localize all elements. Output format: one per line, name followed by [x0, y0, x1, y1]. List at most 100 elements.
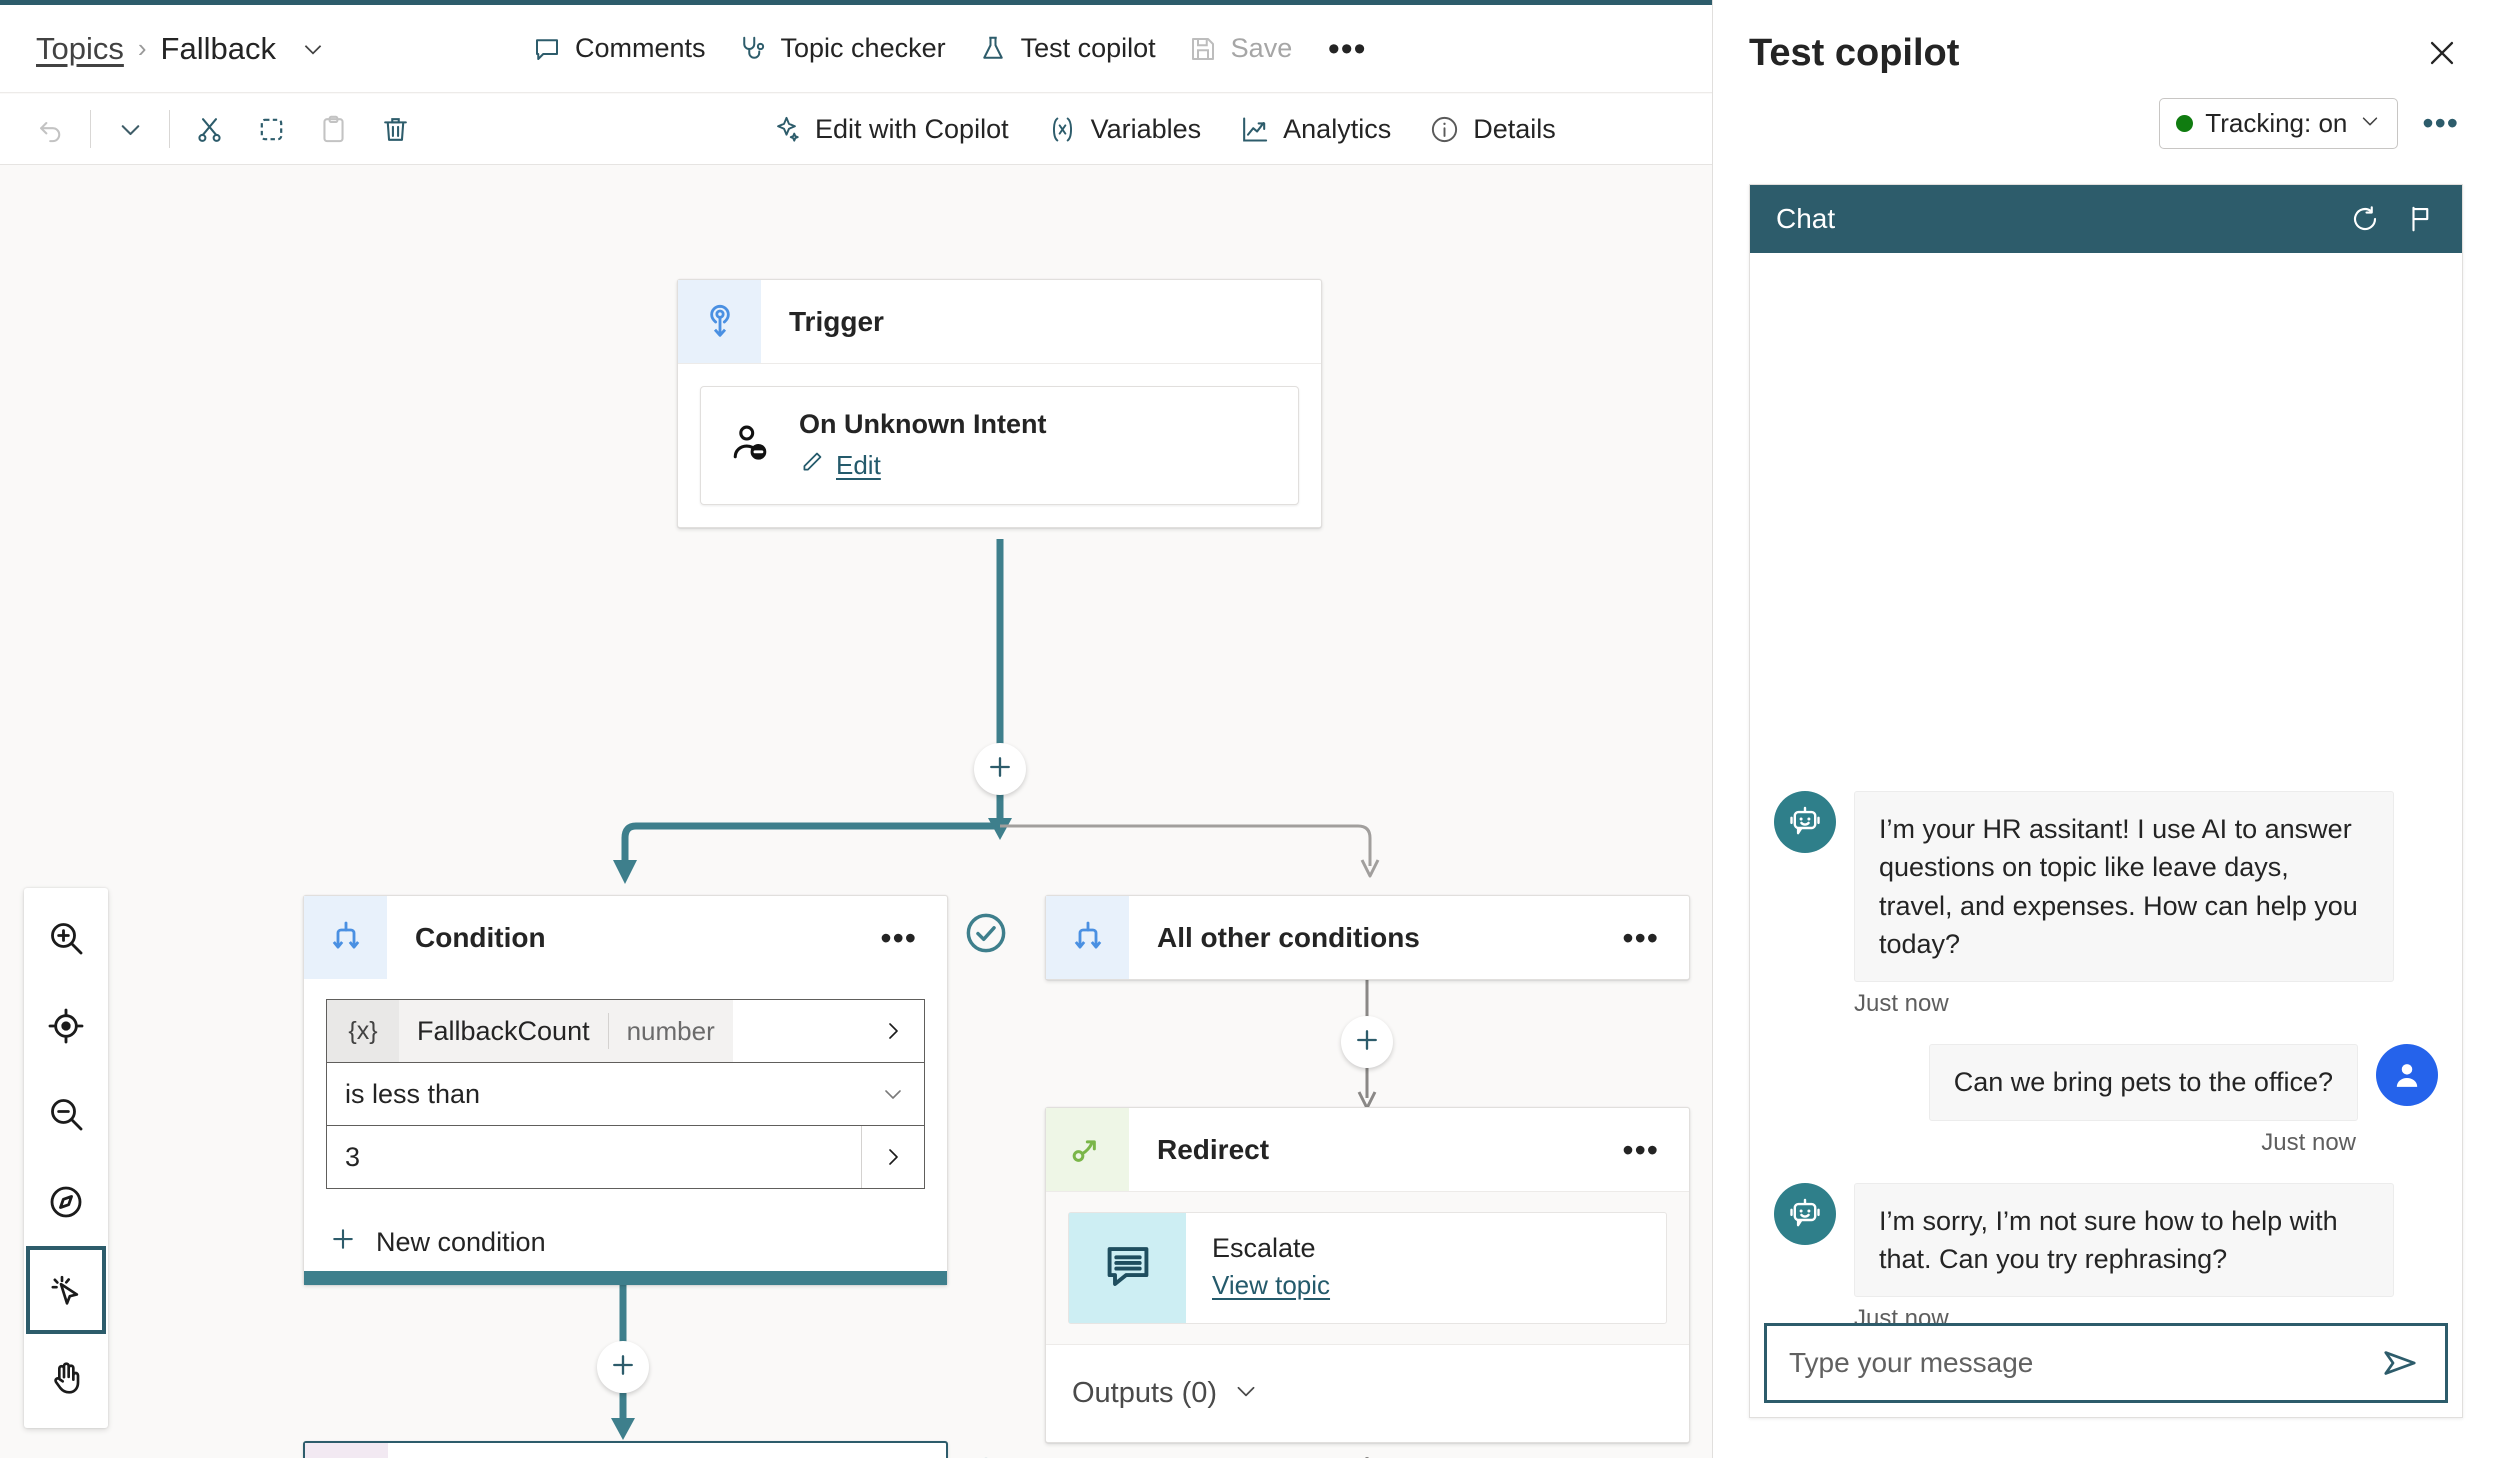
chat-message-user: Can we bring pets to the office?: [1774, 1044, 2438, 1121]
trigger-edit-link[interactable]: Edit: [799, 449, 881, 482]
redirect-target-card[interactable]: Escalate View topic: [1068, 1212, 1667, 1324]
analytics-label: Analytics: [1283, 113, 1392, 144]
copy-button[interactable]: [242, 103, 300, 155]
view-topic-link[interactable]: View topic: [1212, 1270, 1330, 1301]
delete-button[interactable]: [366, 103, 424, 155]
zoom-out-button[interactable]: [26, 1070, 106, 1158]
variables-icon: [1047, 114, 1078, 145]
pan-tool-button[interactable]: [26, 1334, 106, 1422]
chevron-down-icon: [1233, 1378, 1259, 1409]
flag-icon[interactable]: [2406, 204, 2436, 234]
condition-node-actions: •••: [874, 896, 947, 979]
topic-checker-label: Topic checker: [780, 33, 946, 63]
chat-header-actions: [2350, 204, 2436, 234]
trigger-edit-label: Edit: [836, 450, 881, 480]
editor-toolbar: Edit with Copilot Variables Analytics De…: [0, 94, 1712, 165]
condition-value-expand-chevron-right-icon[interactable]: [862, 1145, 924, 1169]
plus-icon: [328, 1224, 358, 1261]
tracking-label: Tracking: on: [2205, 108, 2348, 138]
flow-canvas[interactable]: Trigger On Unknown Intent Edit Condition…: [0, 166, 1712, 1458]
redirect-outputs-toggle[interactable]: Outputs (0): [1046, 1344, 1689, 1442]
message-node[interactable]: Message Text ••• I'm sorry, I'm not sure…: [303, 1441, 948, 1458]
send-icon[interactable]: [2377, 1340, 2423, 1386]
undo-history-button[interactable]: [101, 103, 159, 155]
test-copilot-button[interactable]: Test copilot: [962, 23, 1172, 74]
details-button[interactable]: Details: [1412, 105, 1573, 154]
test-copilot-overflow-button[interactable]: •••: [2416, 107, 2465, 140]
edit-with-copilot-label: Edit with Copilot: [815, 113, 1009, 144]
details-label: Details: [1473, 113, 1556, 144]
condition-more-button[interactable]: •••: [874, 918, 923, 958]
refresh-icon[interactable]: [2350, 204, 2380, 234]
pan-tool-icon: [46, 1358, 86, 1398]
trigger-node-body: On Unknown Intent Edit: [678, 363, 1321, 527]
condition-operator-row[interactable]: is less than: [326, 1062, 925, 1126]
zoom-out-icon: [46, 1094, 86, 1134]
breadcrumb-topics-link[interactable]: Topics: [36, 31, 124, 67]
chat-bubble: I’m your HR assitant! I use AI to answer…: [1854, 791, 2394, 983]
tracking-toggle[interactable]: Tracking: on: [2159, 98, 2399, 149]
add-node-button-trigger[interactable]: [974, 743, 1026, 795]
minimap-icon: [46, 1182, 86, 1222]
message-node-actions: Text •••: [769, 1443, 946, 1458]
condition-node[interactable]: Condition ••• {x} FallbackCount number i…: [303, 895, 948, 1285]
minimap-button[interactable]: [26, 1158, 106, 1246]
bot-avatar: [1774, 1182, 1836, 1245]
message-node-header: Message Text •••: [305, 1443, 946, 1458]
all-other-conditions-node[interactable]: All other conditions •••: [1045, 895, 1690, 980]
condition-operator-chevron-down-icon[interactable]: [862, 1082, 924, 1106]
branch-icon: [1068, 918, 1108, 958]
user-avatar: [2376, 1044, 2438, 1107]
select-tool-button[interactable]: [26, 1246, 106, 1334]
chat-timestamp: Just now: [1854, 1305, 1949, 1323]
trigger-node-title: Trigger: [789, 305, 884, 337]
pencil-icon: [799, 449, 825, 482]
trigger-node[interactable]: Trigger On Unknown Intent Edit: [677, 279, 1322, 528]
zoom-in-button[interactable]: [26, 894, 106, 982]
breadcrumb-current-topic: Fallback: [160, 30, 276, 66]
condition-variable-chip: {x} FallbackCount number: [327, 1000, 733, 1062]
variables-button[interactable]: Variables: [1030, 105, 1219, 154]
add-node-button-condition[interactable]: [597, 1341, 649, 1393]
chat-message-input[interactable]: [1789, 1347, 2377, 1379]
chat-header: Chat: [1750, 185, 2462, 253]
test-copilot-header: Test copilot: [1713, 0, 2501, 76]
redirect-icon: [1068, 1130, 1108, 1170]
add-node-button-all-other[interactable]: [1341, 1016, 1393, 1068]
condition-icon-tile: [304, 896, 387, 979]
condition-value-row[interactable]: 3: [326, 1125, 925, 1189]
redirect-more-button[interactable]: •••: [1616, 1130, 1665, 1170]
message-node-title: Message: [388, 1443, 769, 1458]
toolbar-divider: [169, 110, 170, 148]
redirect-target-text: Escalate View topic: [1186, 1213, 1330, 1323]
comments-button[interactable]: Comments: [516, 23, 722, 74]
new-condition-button[interactable]: New condition: [304, 1198, 947, 1271]
chat-container: Chat I’m your HR assitant! I use AI to a…: [1749, 184, 2463, 1418]
topic-menu-chevron-down-icon[interactable]: [300, 36, 326, 62]
close-icon[interactable]: [2419, 30, 2465, 76]
all-other-more-button[interactable]: •••: [1616, 918, 1665, 958]
undo-button: [22, 103, 80, 155]
condition-variable-expand-chevron-right-icon[interactable]: [862, 1019, 924, 1043]
analytics-button[interactable]: Analytics: [1222, 105, 1408, 154]
all-other-icon-tile: [1046, 896, 1129, 979]
redirect-icon-tile: [1046, 1108, 1129, 1191]
header-overflow-button[interactable]: •••: [1322, 24, 1372, 74]
fit-to-view-button[interactable]: [26, 982, 106, 1070]
chat-message-bot: I’m your HR assitant! I use AI to answer…: [1774, 791, 2438, 983]
chat-input-row[interactable]: [1764, 1323, 2448, 1403]
analytics-icon: [1239, 114, 1270, 145]
chat-message-list[interactable]: I’m your HR assitant! I use AI to answer…: [1750, 253, 2462, 1323]
test-copilot-panel: Test copilot Tracking: on ••• Chat I’m y…: [1712, 0, 2501, 1458]
condition-value-text: 3: [345, 1141, 361, 1172]
topic-checker-button[interactable]: Topic checker: [722, 23, 962, 74]
trigger-item[interactable]: On Unknown Intent Edit: [700, 386, 1299, 505]
chat-message-bot: I’m sorry, I’m not sure how to help with…: [1774, 1182, 2438, 1298]
canvas-zoom-toolbar: [24, 888, 108, 1428]
edit-with-copilot-button[interactable]: Edit with Copilot: [754, 105, 1026, 154]
condition-node-title: Condition: [415, 921, 546, 953]
condition-variable-row[interactable]: {x} FallbackCount number: [326, 999, 925, 1063]
cut-button[interactable]: [180, 103, 238, 155]
condition-variable-name: FallbackCount: [417, 1015, 590, 1046]
redirect-node[interactable]: Redirect ••• Escalate View topic Outputs…: [1045, 1107, 1690, 1443]
